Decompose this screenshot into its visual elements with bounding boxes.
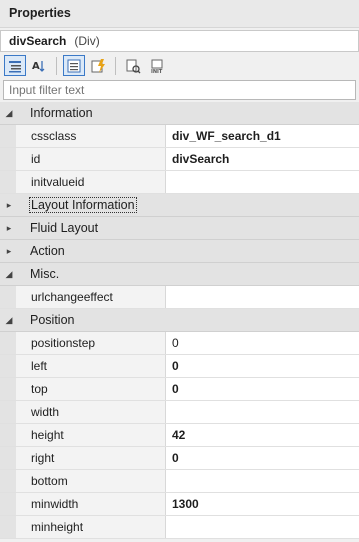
property-name: initvalueid: [16, 171, 166, 193]
alphabetical-button[interactable]: A: [28, 55, 50, 76]
property-row-left[interactable]: left 0: [0, 355, 359, 378]
property-grid: ◢ Information cssclass div_WF_search_d1 id di…: [0, 102, 359, 539]
property-value[interactable]: [166, 401, 359, 423]
alphabetical-icon: A: [32, 60, 45, 72]
category-label: Fluid Layout: [30, 221, 99, 235]
events-icon: [91, 58, 105, 73]
property-value[interactable]: 42: [166, 424, 359, 446]
category-label: Action: [30, 244, 65, 258]
object-name: divSearch: [9, 34, 67, 48]
property-row-id[interactable]: id divSearch: [0, 148, 359, 171]
toolbar-separator: [115, 56, 116, 75]
property-row-top[interactable]: top 0: [0, 378, 359, 401]
row-gutter: [0, 332, 16, 354]
property-value[interactable]: div_WF_search_d1: [166, 125, 359, 147]
property-value[interactable]: 0: [166, 355, 359, 377]
category-fluid-layout[interactable]: ▸ Fluid Layout: [0, 217, 359, 240]
property-name: width: [16, 401, 166, 423]
property-name: minwidth: [16, 493, 166, 515]
object-type: (Div): [74, 34, 100, 48]
row-gutter: [0, 470, 16, 492]
init-button[interactable]: INIT: [146, 55, 168, 76]
category-label: Information: [30, 106, 93, 120]
property-value[interactable]: [166, 470, 359, 492]
expanded-arrow-icon[interactable]: ◢: [1, 269, 17, 280]
property-value[interactable]: 0: [166, 332, 359, 354]
properties-button[interactable]: [63, 55, 85, 76]
filter-input[interactable]: [3, 80, 356, 100]
property-value[interactable]: divSearch: [166, 148, 359, 170]
collapsed-arrow-icon[interactable]: ▸: [1, 246, 17, 257]
row-gutter: [0, 148, 16, 170]
row-gutter: [0, 286, 16, 308]
svg-text:A: A: [32, 61, 40, 72]
object-selector[interactable]: divSearch (Div): [0, 30, 359, 52]
property-row-positionstep[interactable]: positionstep 0: [0, 332, 359, 355]
expanded-arrow-icon[interactable]: ◢: [1, 315, 17, 326]
row-gutter: [0, 424, 16, 446]
property-name: urlchangeeffect: [16, 286, 166, 308]
collapsed-arrow-icon[interactable]: ▸: [1, 223, 17, 234]
category-layout-information[interactable]: ▸ Layout Information: [0, 194, 359, 217]
row-gutter: [0, 125, 16, 147]
property-name: cssclass: [16, 125, 166, 147]
property-name: left: [16, 355, 166, 377]
categorized-icon: [9, 60, 21, 72]
expanded-arrow-icon[interactable]: ◢: [1, 108, 17, 119]
property-pages-button[interactable]: [122, 55, 144, 76]
row-gutter: [0, 355, 16, 377]
category-misc[interactable]: ◢ Misc.: [0, 263, 359, 286]
property-row-bottom[interactable]: bottom: [0, 470, 359, 493]
property-name: top: [16, 378, 166, 400]
property-row-urlchangeeffect[interactable]: urlchangeeffect: [0, 286, 359, 309]
properties-toolbar: A INIT: [0, 53, 359, 78]
property-name: minheight: [16, 516, 166, 538]
svg-text:INIT: INIT: [151, 69, 163, 74]
category-label: Misc.: [30, 267, 60, 281]
events-button[interactable]: [87, 55, 109, 76]
property-value[interactable]: 0: [166, 378, 359, 400]
property-name: positionstep: [16, 332, 166, 354]
panel-title: Properties: [0, 0, 359, 28]
property-row-cssclass[interactable]: cssclass div_WF_search_d1: [0, 125, 359, 148]
property-row-minheight[interactable]: minheight: [0, 516, 359, 539]
category-label: Layout Information: [29, 197, 137, 213]
row-gutter: [0, 401, 16, 423]
property-value[interactable]: [166, 286, 359, 308]
property-value[interactable]: 0: [166, 447, 359, 469]
category-label: Position: [30, 313, 75, 327]
category-information[interactable]: ◢ Information: [0, 102, 359, 125]
row-gutter: [0, 516, 16, 538]
property-name: right: [16, 447, 166, 469]
property-name: height: [16, 424, 166, 446]
property-row-initvalueid[interactable]: initvalueid: [0, 171, 359, 194]
property-value[interactable]: [166, 171, 359, 193]
property-row-width[interactable]: width: [0, 401, 359, 424]
property-row-height[interactable]: height 42: [0, 424, 359, 447]
toolbar-separator: [56, 56, 57, 75]
property-name: bottom: [16, 470, 166, 492]
property-row-right[interactable]: right 0: [0, 447, 359, 470]
row-gutter: [0, 447, 16, 469]
property-pages-icon: [126, 59, 141, 73]
categorized-button[interactable]: [4, 55, 26, 76]
properties-icon: [67, 59, 81, 72]
property-value[interactable]: 1300: [166, 493, 359, 515]
property-row-minwidth[interactable]: minwidth 1300: [0, 493, 359, 516]
collapsed-arrow-icon[interactable]: ▸: [1, 200, 17, 211]
category-action[interactable]: ▸ Action: [0, 240, 359, 263]
row-gutter: [0, 171, 16, 193]
init-icon: INIT: [151, 59, 163, 74]
property-value[interactable]: [166, 516, 359, 538]
row-gutter: [0, 493, 16, 515]
category-position[interactable]: ◢ Position: [0, 309, 359, 332]
property-name: id: [16, 148, 166, 170]
row-gutter: [0, 378, 16, 400]
